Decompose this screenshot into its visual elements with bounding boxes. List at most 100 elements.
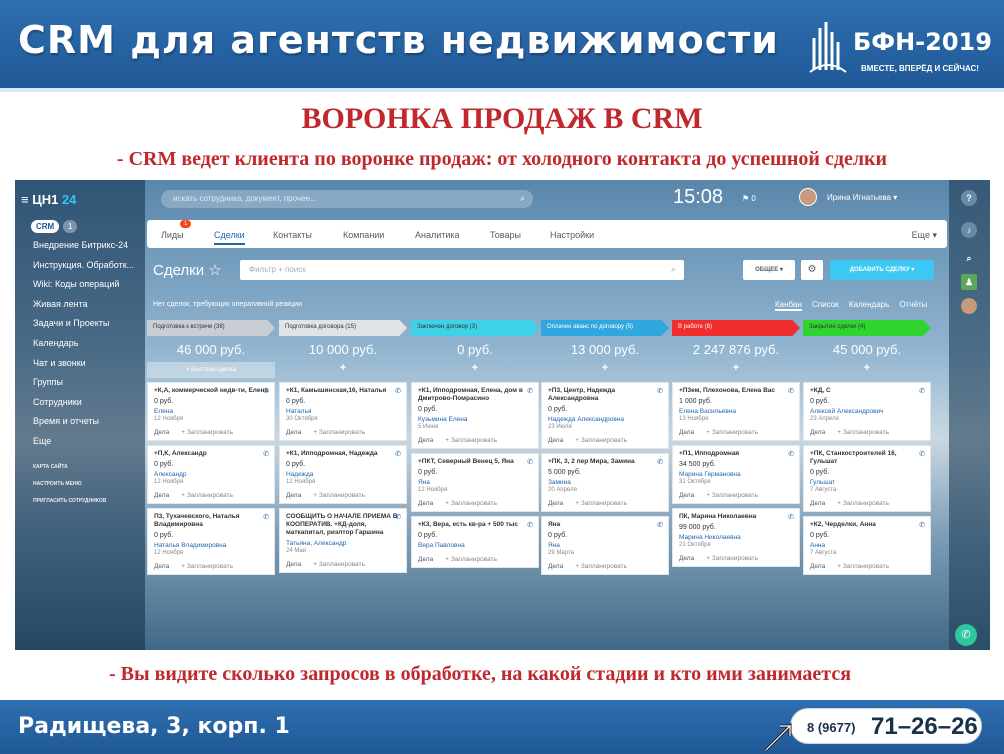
view-kanban[interactable]: Канбан [775, 300, 802, 311]
schedule-link[interactable]: + Запланировать [575, 500, 627, 507]
deal-card[interactable]: ✆ ПК, Марина Николаевна 99 000 руб. Марина … [672, 508, 800, 567]
deal-card[interactable]: ✆ +К1, Ипподромная, Надежда 0 руб. Надежда 1… [279, 445, 407, 504]
nav-item[interactable]: Внедрение Битрикс-24 [33, 240, 143, 260]
nav-item[interactable]: Группы [33, 377, 143, 397]
tab-leads[interactable]: Лиды [161, 230, 184, 240]
deal-contact[interactable]: Наталья [286, 408, 400, 415]
gear-icon[interactable]: ⚙ [801, 260, 823, 280]
deal-card[interactable]: ✆ +К2, Черделки, Анна 0 руб. Анна 7 Августа Д… [803, 516, 931, 575]
flag-counter[interactable]: ⚑ 0 [742, 194, 756, 203]
phone-icon[interactable]: ✆ [788, 387, 794, 395]
deal-contact[interactable]: Яна [548, 542, 662, 549]
phone-icon[interactable]: ✆ [395, 387, 401, 395]
add-card-button[interactable]: + [411, 362, 539, 378]
deal-contact[interactable]: Марина Николаевна [679, 534, 793, 541]
schedule-link[interactable]: + Запланировать [706, 555, 758, 562]
nav-item[interactable]: Живая лента [33, 299, 143, 319]
stage-header[interactable]: Оплачен аванс по договору (5) [541, 320, 669, 336]
tab-companies[interactable]: Компании [343, 230, 384, 240]
schedule-link[interactable]: + Запланировать [837, 500, 889, 507]
phone-icon[interactable]: ✆ [788, 513, 794, 521]
deal-card[interactable]: ✆ +К1, Камышинская,16, Наталья 0 руб. Натал… [279, 382, 407, 441]
deal-card[interactable]: ✆ +П3, Центр, Надежда Александровна 0 руб.… [541, 382, 669, 449]
deal-card[interactable]: ✆ +ПКТ, Северный Венец 5, Яна 0 руб. Яна 12 … [411, 453, 539, 512]
nav-item[interactable]: Инструкция. Обработк... [33, 260, 143, 280]
stage-header[interactable]: Подготовка к встрече (38) [147, 320, 275, 336]
stage-header[interactable]: Заключен договор (3) [411, 320, 539, 336]
deal-contact[interactable]: Замина [548, 479, 662, 486]
schedule-link[interactable]: + Запланировать [445, 500, 497, 507]
schedule-link[interactable]: + Запланировать [575, 437, 627, 444]
search-icon[interactable]: ⌕ [520, 193, 525, 204]
plan-link[interactable]: Дела [548, 500, 563, 507]
deal-card[interactable]: ✆ П3, Тухачевского, Наталья Владимировна 0… [147, 508, 275, 575]
deal-contact[interactable]: Елена [154, 408, 268, 415]
view-reports[interactable]: Отчёты [900, 300, 928, 309]
plan-link[interactable]: Дела [418, 500, 433, 507]
view-list[interactable]: Список [812, 300, 839, 309]
nav-item[interactable]: Wiki: Коды операций [33, 279, 143, 299]
plan-link[interactable]: Дела [418, 556, 433, 563]
phone-icon[interactable]: ✆ [527, 521, 533, 529]
schedule-link[interactable]: + Запланировать [837, 429, 889, 436]
stage-header[interactable]: В работе (8) [672, 320, 800, 336]
deal-contact[interactable]: Вера Павловна [418, 542, 532, 549]
plan-link[interactable]: Дела [548, 437, 563, 444]
phone-icon[interactable]: ✆ [263, 387, 269, 395]
schedule-link[interactable]: + Запланировать [181, 492, 233, 499]
tab-settings[interactable]: Настройки [550, 230, 594, 240]
deal-contact[interactable]: Алексей Александрович [810, 408, 924, 415]
global-search[interactable]: искать сотрудника, документ, прочее... ⌕ [161, 190, 533, 208]
phone-icon[interactable]: ✆ [263, 513, 269, 521]
deal-card[interactable]: ✆ +ПК, Станкостроителей 16, Гульшат 0 руб.… [803, 445, 931, 512]
plan-link[interactable]: Дела [154, 492, 169, 499]
schedule-link[interactable]: + Запланировать [313, 492, 365, 499]
search-icon[interactable]: ⌕ [671, 264, 676, 275]
deal-contact[interactable]: Александр [154, 471, 268, 478]
plan-link[interactable]: Дела [810, 563, 825, 570]
schedule-link[interactable]: + Запланировать [837, 563, 889, 570]
add-card-button[interactable]: + [279, 362, 407, 378]
deal-card[interactable]: ✆ Яна 0 руб. Яна 29 Марта Дела + Запланировать [541, 516, 669, 575]
deal-card[interactable]: ✆ +П3ем, Плехонова, Елена Вас 1 000 руб. Ел… [672, 382, 800, 441]
bell-icon[interactable]: ♪ [961, 222, 977, 238]
deal-contact[interactable]: Яна [418, 479, 532, 486]
add-deal-button[interactable]: ДОБАВИТЬ СДЕЛКУ ▾ [830, 260, 934, 280]
deal-contact[interactable]: Анна [810, 542, 924, 549]
more-menu[interactable]: Еще ▾ [912, 230, 937, 241]
chat-icon[interactable]: ✆ [955, 624, 977, 646]
phone-icon[interactable]: ✆ [527, 387, 533, 395]
general-select[interactable]: ОБЩЕЕ ▾ [743, 260, 795, 280]
add-card-button[interactable]: + [672, 362, 800, 378]
schedule-link[interactable]: + Запланировать [445, 437, 497, 444]
deal-card[interactable]: ✆ +КД, С 0 руб. Алексей Александрович 23 Апр… [803, 382, 931, 441]
plan-link[interactable]: Дела [154, 563, 169, 570]
nav-item[interactable]: Календарь [33, 338, 143, 358]
deal-contact[interactable]: Гульшат [810, 479, 924, 486]
plan-link[interactable]: Дела [810, 429, 825, 436]
view-calendar[interactable]: Календарь [849, 300, 889, 309]
deal-contact[interactable]: Марина Германовна [679, 471, 793, 478]
phone-pill[interactable]: 8 (9677) 71–26–26 [790, 708, 982, 744]
setup-menu-link[interactable]: НАСТРОИТЬ МЕНЮ [33, 481, 106, 498]
add-card-button[interactable]: + [803, 362, 931, 378]
plan-link[interactable]: Дела [810, 500, 825, 507]
deal-contact[interactable]: Елена Васильевна [679, 408, 793, 415]
plan-link[interactable]: Дела [286, 492, 301, 499]
schedule-link[interactable]: + Запланировать [313, 561, 365, 568]
phone-icon[interactable]: ✆ [657, 458, 663, 466]
stage-header[interactable]: Подготовка договора (15) [279, 320, 407, 336]
deal-card[interactable]: ✆ +К1, Ипподромная, Елена, дом в Дмитрово… [411, 382, 539, 449]
search-icon[interactable]: ⌕ [961, 250, 977, 266]
help-icon[interactable]: ? [961, 190, 977, 206]
nav-item[interactable]: Чат и звонки [33, 358, 143, 378]
plan-link[interactable]: Дела [286, 561, 301, 568]
deal-contact[interactable]: Татьяна, Александр [286, 540, 400, 547]
contact-icon[interactable]: ♟ [961, 274, 977, 290]
phone-icon[interactable]: ✆ [263, 450, 269, 458]
schedule-link[interactable]: + Запланировать [706, 429, 758, 436]
deal-contact[interactable]: Надежда [286, 471, 400, 478]
schedule-link[interactable]: + Запланировать [706, 492, 758, 499]
schedule-link[interactable]: + Запланировать [313, 429, 365, 436]
nav-item[interactable]: Время и отчеты [33, 416, 143, 436]
